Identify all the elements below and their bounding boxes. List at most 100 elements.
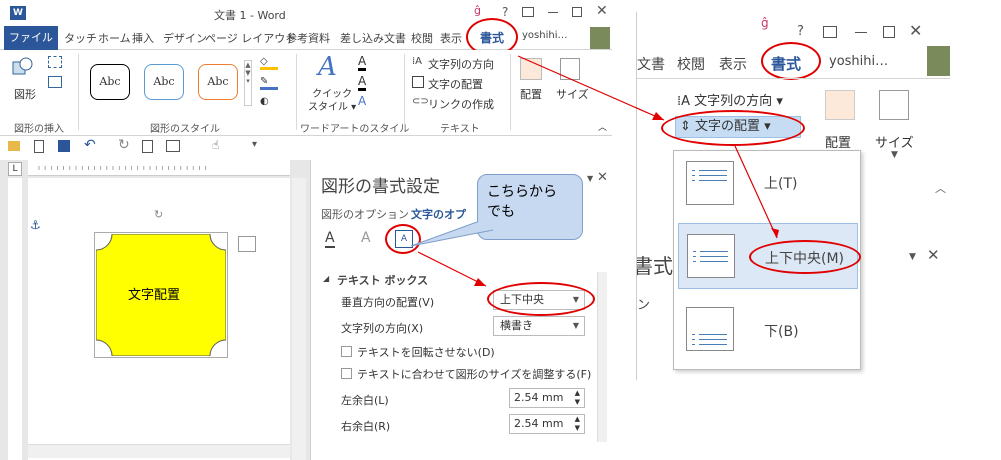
left-margin-label: 左余白(L): [341, 394, 389, 407]
text-outline-icon[interactable]: A: [358, 74, 367, 91]
word-logo-icon: W: [10, 6, 26, 20]
pane-scrollbar[interactable]: [597, 272, 607, 442]
shapes-button[interactable]: 図形: [14, 86, 36, 102]
right-margin-label: 右余白(R): [341, 420, 391, 433]
user-name[interactable]: yoshihi…: [522, 30, 567, 41]
collapse-ribbon-icon[interactable]: ︿: [598, 120, 607, 133]
separator: [510, 54, 511, 130]
section-textbox: テキスト ボックス: [337, 274, 429, 287]
avatar[interactable]: [590, 27, 610, 49]
maximize-button[interactable]: [572, 7, 582, 17]
quick-access-toolbar: ↶ ↻ ☝ ▾: [0, 137, 300, 159]
tab-shape-options[interactable]: 図形のオプション: [321, 206, 409, 222]
customize-qat-icon[interactable]: ▾: [252, 139, 257, 150]
vertical-align-label: 垂直方向の配置(V): [341, 296, 435, 309]
shapes-icon[interactable]: [12, 56, 34, 78]
text-fill-icon[interactable]: A: [358, 54, 367, 71]
create-link-button[interactable]: リンクの作成: [428, 96, 494, 112]
gallery-scroll[interactable]: ▲ ▼ ▾: [244, 60, 252, 106]
spinner-icon[interactable]: ▲ ▼: [575, 389, 580, 407]
style-sample-2[interactable]: Abc: [144, 64, 184, 100]
touch-mode-icon[interactable]: ĝ: [474, 4, 481, 17]
text-align-icon: [412, 76, 424, 88]
callout-tail: [410, 221, 494, 247]
separator: [296, 54, 297, 130]
window-title: 文書 1 - Word: [214, 9, 286, 22]
tab-touch[interactable]: タッチ: [64, 30, 97, 46]
tab-insert[interactable]: 挿入: [132, 30, 154, 46]
rotate-handle[interactable]: ↻: [154, 208, 163, 221]
tab-selector[interactable]: L: [8, 162, 22, 176]
autofit-label: テキストに合わせて図形のサイズを調整する(F): [357, 368, 592, 381]
horizontal-ruler: ı ı ı ı ı ı ı ı ı ı ı ı ı ı ı ı ı ı ı ı …: [28, 160, 290, 176]
touch-icon[interactable]: ☝: [212, 138, 219, 152]
print-preview-icon[interactable]: [142, 140, 153, 153]
ribbon: 図形 図形の挿入 Abc Abc Abc ▲ ▼ ▾ ◇ ✎ ◐ 図形のスタイル A…: [0, 50, 612, 136]
edit-shape-icon[interactable]: [48, 56, 62, 68]
layout-options-icon[interactable]: [238, 236, 256, 252]
open-icon[interactable]: [8, 141, 20, 151]
tab-references[interactable]: 参考資料: [286, 30, 330, 46]
separator: [404, 54, 405, 130]
text-box-icon[interactable]: [48, 76, 62, 88]
ribbon-display-icon[interactable]: [522, 7, 534, 17]
text-direction-label: 文字列の方向(X): [341, 322, 424, 335]
autofit-checkbox[interactable]: [341, 368, 352, 379]
quick-style-button[interactable]: クイック スタイル ▾: [308, 88, 356, 114]
shape-outline-icon[interactable]: ✎: [260, 76, 278, 90]
format-shape-pane: 図形の書式設定 ▼ ✕ 図形のオプション 文字のオプ A A A ◢ テキスト …: [310, 160, 612, 460]
tab-file[interactable]: ファイル: [4, 26, 58, 50]
spinner-icon[interactable]: ▲ ▼: [575, 415, 580, 433]
shape-effects-icon[interactable]: ◐: [260, 96, 278, 110]
pane-close-icon[interactable]: ✕: [597, 170, 608, 185]
size-icon[interactable]: [560, 58, 580, 80]
pane-menu-icon[interactable]: ▼: [587, 174, 593, 183]
no-rotate-label: テキストを回転させない(D): [357, 346, 495, 359]
help-button[interactable]: ?: [502, 5, 508, 19]
right-margin-input[interactable]: 2.54 mm ▲ ▼: [509, 414, 585, 434]
tab-view[interactable]: 表示: [440, 30, 462, 46]
separator: [78, 54, 79, 130]
new-icon[interactable]: [34, 140, 44, 153]
ribbon-tabs: タッチ ホーム 挿入 デザイン ページ レイアウト 参考資料 差し込み文書 校閲…: [0, 26, 612, 50]
horizontal-scrollbar[interactable]: [28, 444, 290, 458]
tab-review[interactable]: 校閲: [411, 30, 433, 46]
close-button[interactable]: ✕: [596, 3, 608, 19]
text-effects-icon[interactable]: A: [358, 94, 366, 108]
vertical-scrollbar[interactable]: [292, 178, 306, 460]
arrange-icon[interactable]: [520, 58, 542, 80]
vertical-ruler: [8, 178, 22, 460]
quick-style-icon[interactable]: A: [318, 52, 337, 82]
arrange-button[interactable]: 配置: [520, 86, 542, 102]
no-rotate-checkbox[interactable]: [341, 346, 352, 357]
text-align-button[interactable]: 文字の配置: [428, 76, 483, 92]
text-effects-tab-icon[interactable]: A: [361, 230, 371, 246]
tab-home[interactable]: ホーム: [98, 30, 131, 46]
group-label-wordart: ワードアートのスタイル: [300, 124, 410, 135]
text-direction-icon: ⁞A: [412, 56, 423, 67]
red-arrow: [734, 145, 779, 239]
shape-fill-icon[interactable]: ◇: [260, 56, 278, 70]
redo-icon[interactable]: ↻: [118, 137, 130, 153]
link-icon: ⊂⊃: [412, 96, 429, 107]
minimize-button[interactable]: [548, 12, 558, 13]
pane-title: 図形の書式設定: [321, 177, 440, 197]
save-icon[interactable]: [58, 140, 70, 152]
tab-design[interactable]: デザイン: [163, 30, 207, 46]
shape-text: 文字配置: [128, 288, 181, 303]
left-margin-input[interactable]: 2.54 mm ▲ ▼: [509, 388, 585, 408]
text-direction-button[interactable]: 文字列の方向: [428, 56, 494, 72]
group-label-text: テキスト: [440, 124, 480, 135]
text-direction-select[interactable]: 横書き ▼: [493, 316, 585, 336]
zoomed-ribbon: ĝ ? ✕ 文書 校閲 表示 書式 yoshihi… ⁞A 文字列の方向 ▾ ⇕…: [636, 12, 950, 380]
tab-page-layout[interactable]: ページ レイアウト: [205, 30, 296, 46]
undo-icon[interactable]: ↶: [84, 137, 96, 153]
size-button[interactable]: サイズ: [556, 86, 589, 102]
document-area: ı ı ı ı ı ı ı ı ı ı ı ı ı ı ı ı ı ı ı ı …: [0, 160, 310, 460]
print-icon[interactable]: [166, 140, 180, 152]
section-collapse-icon[interactable]: ◢: [323, 274, 329, 283]
tab-mailings[interactable]: 差し込み文書: [340, 30, 406, 46]
style-sample-3[interactable]: Abc: [198, 64, 238, 100]
style-sample-1[interactable]: Abc: [90, 64, 130, 100]
text-fill-outline-icon[interactable]: A: [325, 230, 335, 248]
